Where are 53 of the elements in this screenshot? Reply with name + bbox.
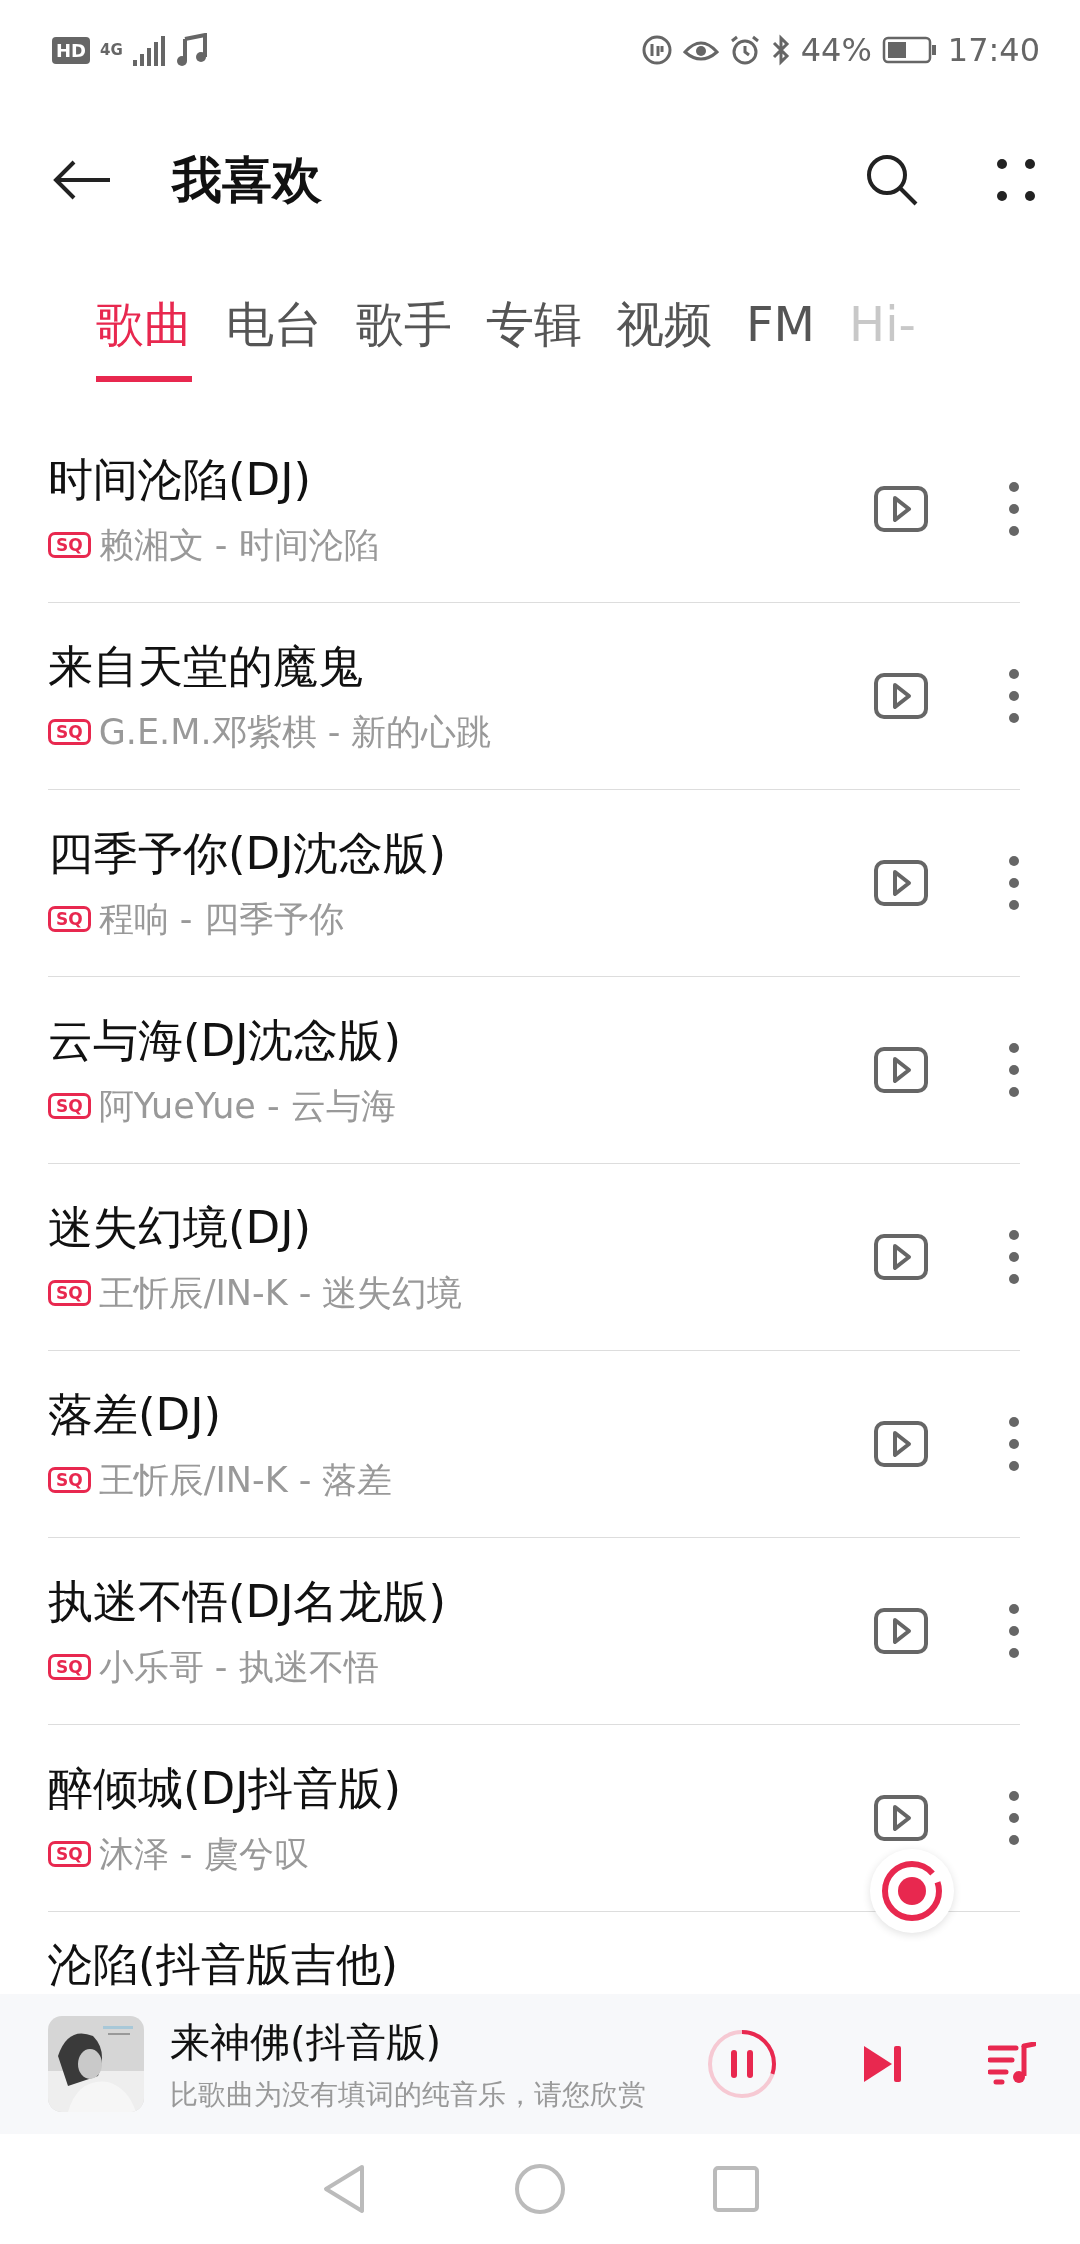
- quality-badge: SQ: [48, 905, 91, 933]
- song-title[interactable]: 执迷不悟(DJ名龙版): [48, 1571, 874, 1632]
- signal-icon: [132, 34, 167, 66]
- song-title[interactable]: 落差(DJ): [48, 1384, 874, 1445]
- alarm-icon: [728, 34, 761, 66]
- song-title[interactable]: 来自天堂的魔鬼: [48, 636, 874, 697]
- music-note-icon: [176, 33, 207, 67]
- song-title[interactable]: 云与海(DJ沈念版): [48, 1010, 874, 1071]
- song-title[interactable]: 时间沦陷(DJ): [48, 449, 874, 510]
- quality-badge: SQ: [48, 1653, 91, 1681]
- artist-album: 程响 - 四季予你: [98, 897, 344, 941]
- hd-badge: HD: [52, 36, 90, 64]
- now-playing-subtitle: 比歌曲为没有填词的纯音乐，请您欣赏: [170, 2076, 647, 2113]
- now-playing-title: 来神佛(抖音版): [170, 2017, 443, 2067]
- quality-badge: SQ: [48, 1092, 91, 1120]
- song-title[interactable]: 沦陷(抖音版吉他): [48, 1936, 1032, 1994]
- quality-badge: SQ: [48, 1466, 91, 1494]
- video-play-icon[interactable]: [874, 1608, 928, 1654]
- video-play-icon[interactable]: [874, 1795, 928, 1841]
- network-label: 4G: [100, 42, 123, 58]
- tab[interactable]: 歌手: [356, 296, 452, 382]
- artist-album: 阿YueYue - 云与海: [98, 1084, 396, 1128]
- artist-album: 赖湘文 - 时间沦陷: [98, 523, 379, 567]
- quality-badge: SQ: [48, 531, 91, 559]
- artist-album: 王忻辰/IN-K - 迷失幻境: [98, 1271, 463, 1315]
- song-title[interactable]: 醉倾城(DJ抖音版): [48, 1758, 874, 1819]
- battery-icon: [881, 36, 938, 64]
- quality-badge: SQ: [48, 1840, 91, 1868]
- artist-album: 沐泽 - 虞兮叹: [98, 1832, 309, 1876]
- record-button[interactable]: [870, 1849, 954, 1933]
- song-title[interactable]: 迷失幻境(DJ): [48, 1197, 874, 1258]
- quality-badge: SQ: [48, 1279, 91, 1307]
- video-play-icon[interactable]: [874, 1047, 928, 1093]
- video-play-icon[interactable]: [874, 1234, 928, 1280]
- page-title: 我喜欢: [172, 149, 323, 211]
- tab[interactable]: 电台: [226, 296, 322, 382]
- artist-album: 王忻辰/IN-K - 落差: [98, 1458, 393, 1502]
- video-play-icon[interactable]: [874, 673, 928, 719]
- video-play-icon[interactable]: [874, 860, 928, 906]
- tab[interactable]: 视频: [616, 296, 712, 382]
- video-play-icon[interactable]: [874, 1421, 928, 1467]
- tab[interactable]: 专辑: [486, 296, 582, 382]
- song-title[interactable]: 四季予你(DJ沈念版): [48, 823, 874, 884]
- tab[interactable]: FM: [746, 296, 816, 382]
- artist-album: G.E.M.邓紫棋 - 新的心跳: [98, 710, 492, 754]
- quality-badge: SQ: [48, 718, 91, 746]
- tab[interactable]: 歌曲: [96, 296, 192, 382]
- artist-album: 小乐哥 - 执迷不悟: [98, 1645, 379, 1689]
- data-saver-icon: [640, 34, 673, 66]
- battery-percent: 44%: [800, 31, 872, 69]
- bluetooth-icon: [770, 34, 791, 66]
- video-play-icon[interactable]: [874, 486, 928, 532]
- clock-time: 17:40: [947, 31, 1040, 69]
